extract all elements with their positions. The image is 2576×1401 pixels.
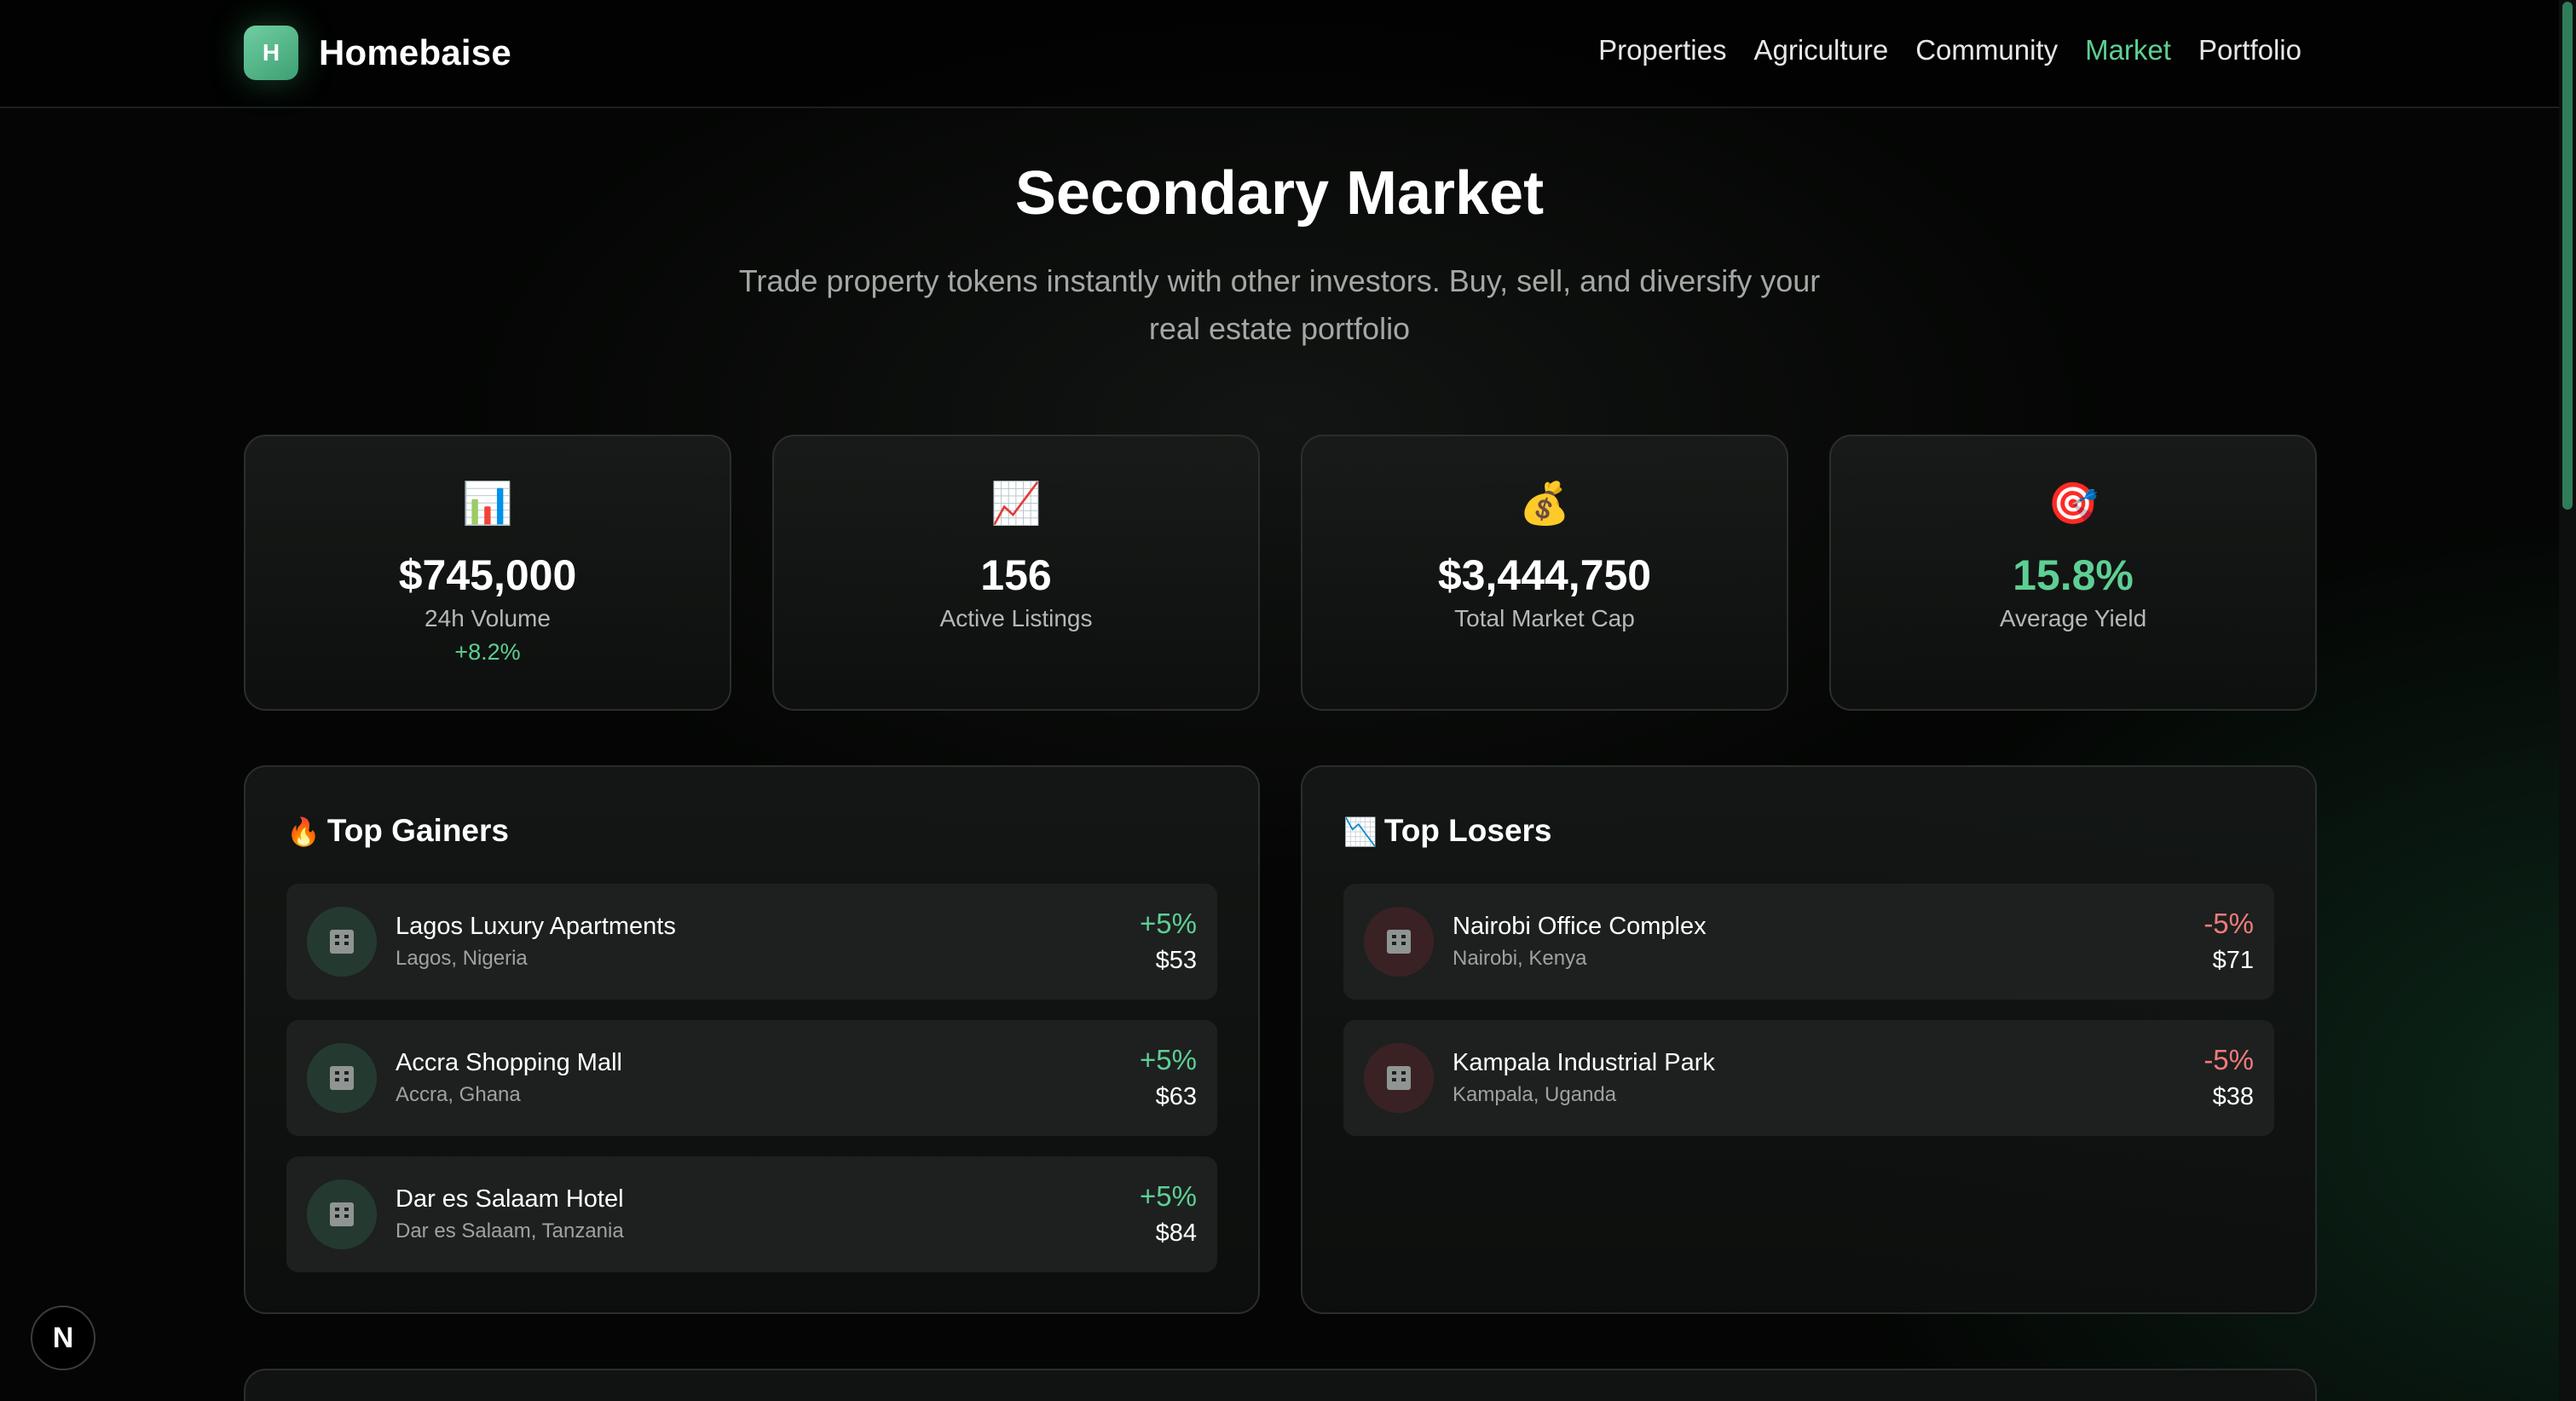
- logo-badge[interactable]: H: [244, 26, 298, 80]
- building-icon: [1387, 930, 1411, 954]
- list-item[interactable]: Accra Shopping Mall Accra, Ghana +5% $63: [286, 1020, 1217, 1136]
- property-name: Lagos Luxury Apartments: [396, 913, 676, 940]
- nav-links: Properties Agriculture Community Market …: [1598, 34, 2302, 66]
- property-location: Dar es Salaam, Tanzania: [396, 1219, 624, 1242]
- property-location: Kampala, Uganda: [1453, 1083, 1617, 1106]
- price-change: +5%: [1140, 1044, 1197, 1075]
- stat-value: 15.8%: [2013, 551, 2134, 599]
- token-price: $53: [1155, 947, 1197, 974]
- stat-card-listings: 📈 156 Active Listings: [772, 435, 1260, 711]
- list-item[interactable]: Nairobi Office Complex Nairobi, Kenya -5…: [1343, 884, 2274, 1000]
- building-icon: [1387, 1066, 1411, 1090]
- price-change: +5%: [1140, 1180, 1197, 1212]
- stat-label: Average Yield: [1999, 605, 2147, 631]
- page-subtitle: Trade property tokens instantly with oth…: [738, 263, 1821, 346]
- top-losers-panel: 📉 Top Losers Nairobi Office Complex Nairo…: [1301, 765, 2317, 1314]
- property-name: Kampala Industrial Park: [1453, 1049, 1715, 1076]
- nav-link-agriculture[interactable]: Agriculture: [1753, 34, 1888, 66]
- stat-label: Total Market Cap: [1454, 605, 1635, 631]
- stat-value: 156: [980, 551, 1052, 599]
- token-price: $84: [1155, 1219, 1197, 1247]
- property-location: Accra, Ghana: [396, 1083, 521, 1106]
- panel-title: 📉 Top Losers: [1343, 813, 1552, 849]
- dev-tools-badge[interactable]: N: [31, 1306, 95, 1370]
- token-price: $38: [2212, 1083, 2254, 1110]
- property-name: Dar es Salaam Hotel: [396, 1185, 624, 1213]
- building-icon: [330, 1066, 354, 1090]
- list-item[interactable]: Kampala Industrial Park Kampala, Uganda …: [1343, 1020, 2274, 1136]
- token-price: $71: [2212, 947, 2254, 974]
- top-gainers-panel: 🔥 Top Gainers Lagos Luxury Apartments Lag…: [244, 765, 1260, 1314]
- page-title: Secondary Market: [1014, 159, 1545, 228]
- avatar: [307, 1043, 377, 1113]
- panel-title-text: Top Gainers: [326, 813, 509, 848]
- scrollbar[interactable]: [2559, 0, 2576, 1401]
- property-location: Nairobi, Kenya: [1453, 947, 1587, 970]
- chart-increasing-icon: 📈: [991, 481, 1042, 527]
- building-icon: [330, 1202, 354, 1226]
- stat-card-yield: 🎯 15.8% Average Yield: [1829, 435, 2317, 711]
- price-change: -5%: [2203, 908, 2254, 939]
- next-section-panel: [244, 1369, 2317, 1401]
- stat-label: 24h Volume: [425, 605, 551, 631]
- panel-title-text: Top Losers: [1383, 813, 1552, 848]
- list-item[interactable]: Dar es Salaam Hotel Dar es Salaam, Tanza…: [286, 1156, 1217, 1272]
- bar-chart-icon: 📊: [462, 481, 513, 527]
- nav-link-market[interactable]: Market: [2085, 34, 2171, 66]
- nav-link-portfolio[interactable]: Portfolio: [2198, 34, 2302, 66]
- money-bag-icon: 💰: [1519, 481, 1570, 527]
- target-icon: 🎯: [2048, 481, 2099, 527]
- stat-change: +8.2%: [454, 639, 521, 665]
- avatar: [1364, 907, 1434, 977]
- property-location: Lagos, Nigeria: [396, 947, 528, 970]
- avatar: [307, 907, 377, 977]
- building-icon: [330, 930, 354, 954]
- avatar: [307, 1179, 377, 1249]
- brand-name[interactable]: Homebaise: [319, 32, 511, 73]
- stat-card-volume: 📊 $745,000 24h Volume +8.2%: [244, 435, 731, 711]
- property-name: Accra Shopping Mall: [396, 1049, 622, 1076]
- top-navbar: H Homebaise Properties Agriculture Commu…: [0, 0, 2559, 108]
- stat-card-market-cap: 💰 $3,444,750 Total Market Cap: [1301, 435, 1788, 711]
- panel-title: 🔥 Top Gainers: [286, 813, 509, 849]
- nav-link-community[interactable]: Community: [1915, 34, 2058, 66]
- token-price: $63: [1155, 1083, 1197, 1110]
- list-item[interactable]: Lagos Luxury Apartments Lagos, Nigeria +…: [286, 884, 1217, 1000]
- stat-label: Active Listings: [939, 605, 1093, 631]
- price-change: +5%: [1140, 908, 1197, 939]
- scrollbar-thumb[interactable]: [2562, 2, 2573, 510]
- price-change: -5%: [2203, 1044, 2254, 1075]
- nav-link-properties[interactable]: Properties: [1598, 34, 1726, 66]
- fire-icon: 🔥: [286, 816, 321, 847]
- stat-value: $3,444,750: [1437, 551, 1652, 599]
- property-name: Nairobi Office Complex: [1453, 913, 1707, 940]
- chart-decreasing-icon: 📉: [1343, 816, 1378, 847]
- avatar: [1364, 1043, 1434, 1113]
- stat-value: $745,000: [398, 551, 577, 599]
